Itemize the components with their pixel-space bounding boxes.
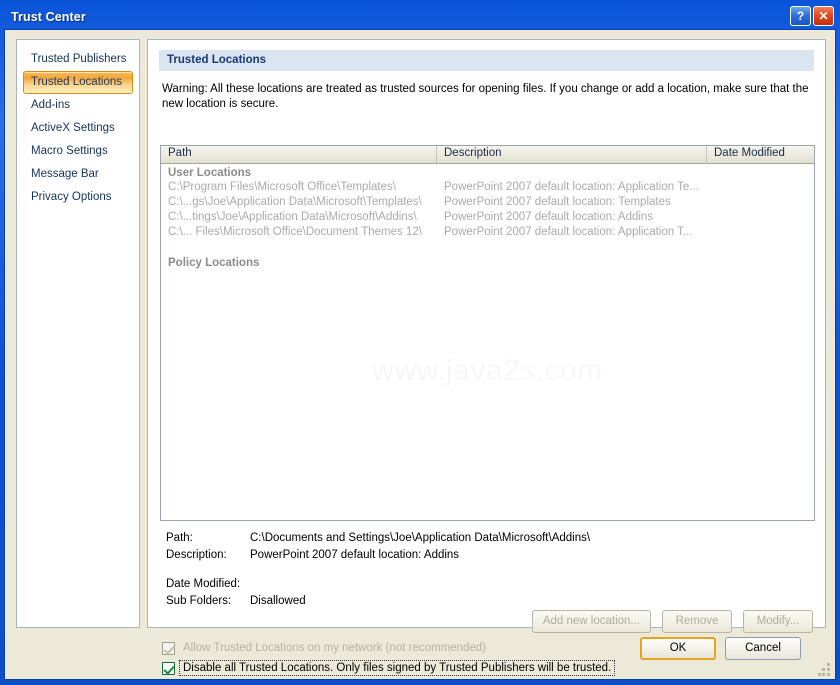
- detail-value-sub-folders: Disallowed: [250, 595, 306, 607]
- detail-value-description: PowerPoint 2007 default location: Addins: [250, 549, 460, 561]
- title-bar-buttons: ? ✕: [790, 6, 834, 26]
- sidebar-item-message-bar[interactable]: Message Bar: [23, 163, 133, 186]
- cell-path: C:\...tings\Joe\Application Data\Microso…: [168, 211, 417, 223]
- modify-button[interactable]: Modify...: [743, 610, 813, 633]
- dialog-footer: OK Cancel: [5, 631, 835, 679]
- detail-value-date-modified: [250, 576, 815, 593]
- detail-label-date-modified: Date Modified:: [166, 578, 241, 590]
- table-row[interactable]: C:\Program Files\Microsoft Office\Templa…: [161, 180, 814, 195]
- table-row[interactable]: C:\...tings\Joe\Application Data\Microso…: [161, 210, 814, 225]
- resize-grip-icon[interactable]: [818, 663, 831, 676]
- column-header-path[interactable]: Path: [161, 146, 437, 163]
- detail-label-description: Description:: [166, 549, 227, 561]
- sidebar-item-activex-settings[interactable]: ActiveX Settings: [23, 117, 133, 140]
- detail-gap: [160, 564, 815, 576]
- detail-row-path: Path: C:\Documents and Settings\Joe\Appl…: [160, 530, 815, 547]
- dialog-footer-buttons: OK Cancel: [640, 637, 801, 660]
- detail-row-description: Description: PowerPoint 2007 default loc…: [160, 547, 815, 564]
- detail-row-date-modified: Date Modified:: [160, 576, 815, 593]
- list-group-policy-locations: Policy Locations: [168, 257, 260, 269]
- location-action-buttons: Add new location... Remove Modify...: [160, 610, 813, 633]
- trust-center-window: Trust Center ? ✕ Trusted Publishers Trus…: [0, 0, 840, 685]
- sidebar-item-macro-settings[interactable]: Macro Settings: [23, 140, 133, 163]
- close-icon[interactable]: ✕: [813, 6, 834, 26]
- column-header-date-modified[interactable]: Date Modified: [707, 146, 814, 163]
- remove-button[interactable]: Remove: [662, 610, 732, 633]
- detail-label-sub-folders: Sub Folders:: [166, 595, 232, 607]
- detail-label-path: Path:: [166, 532, 193, 544]
- warning-text: Warning: All these locations are treated…: [162, 83, 809, 110]
- cell-path: C:\Program Files\Microsoft Office\Templa…: [168, 181, 396, 193]
- cell-date-modified: [707, 195, 814, 210]
- cancel-button[interactable]: Cancel: [725, 637, 801, 660]
- sidebar-item-privacy-options[interactable]: Privacy Options: [23, 186, 133, 209]
- dialog-client: Trusted Publishers Trusted Locations Add…: [4, 29, 836, 680]
- table-row[interactable]: C:\...gs\Joe\Application Data\Microsoft\…: [161, 195, 814, 210]
- list-group-user-locations: User Locations: [168, 167, 252, 179]
- help-icon[interactable]: ?: [790, 6, 811, 26]
- list-header-row: Path Description Date Modified: [161, 146, 814, 164]
- ok-button[interactable]: OK: [640, 637, 716, 660]
- list-body: User Locations C:\Program Files\Microsof…: [161, 164, 814, 387]
- cell-description: PowerPoint 2007 default location: Applic…: [444, 226, 693, 238]
- sidebar-item-trusted-locations[interactable]: Trusted Locations: [23, 71, 133, 94]
- cell-description: PowerPoint 2007 default location: Templa…: [444, 196, 671, 208]
- cell-date-modified: [707, 180, 814, 195]
- trusted-locations-list[interactable]: Path Description Date Modified User Loca…: [160, 145, 815, 521]
- cell-path: C:\... Files\Microsoft Office\Document T…: [168, 226, 422, 238]
- sidebar-item-trusted-publishers[interactable]: Trusted Publishers: [23, 48, 133, 71]
- detail-value-path: C:\Documents and Settings\Joe\Applicatio…: [250, 532, 591, 544]
- sidebar-item-add-ins[interactable]: Add-ins: [23, 94, 133, 117]
- add-new-location-button[interactable]: Add new location...: [531, 610, 651, 633]
- title-bar: Trust Center ? ✕: [4, 4, 836, 29]
- location-details: Path: C:\Documents and Settings\Joe\Appl…: [160, 530, 815, 610]
- cell-date-modified: [707, 225, 814, 240]
- main-panel: Trusted Locations Warning: All these loc…: [147, 39, 826, 676]
- section-title: Trusted Locations: [159, 50, 814, 71]
- detail-row-sub-folders: Sub Folders: Disallowed: [160, 593, 815, 610]
- cell-date-modified: [707, 210, 814, 225]
- cell-path: C:\...gs\Joe\Application Data\Microsoft\…: [168, 196, 422, 208]
- column-header-description[interactable]: Description: [437, 146, 707, 163]
- table-row[interactable]: C:\... Files\Microsoft Office\Document T…: [161, 225, 814, 240]
- cell-description: PowerPoint 2007 default location: Addins: [444, 211, 654, 223]
- category-sidebar: Trusted Publishers Trusted Locations Add…: [16, 39, 140, 628]
- window-title: Trust Center: [11, 9, 86, 24]
- watermark: www.java2s.com: [372, 354, 603, 387]
- cell-description: PowerPoint 2007 default location: Applic…: [444, 181, 699, 193]
